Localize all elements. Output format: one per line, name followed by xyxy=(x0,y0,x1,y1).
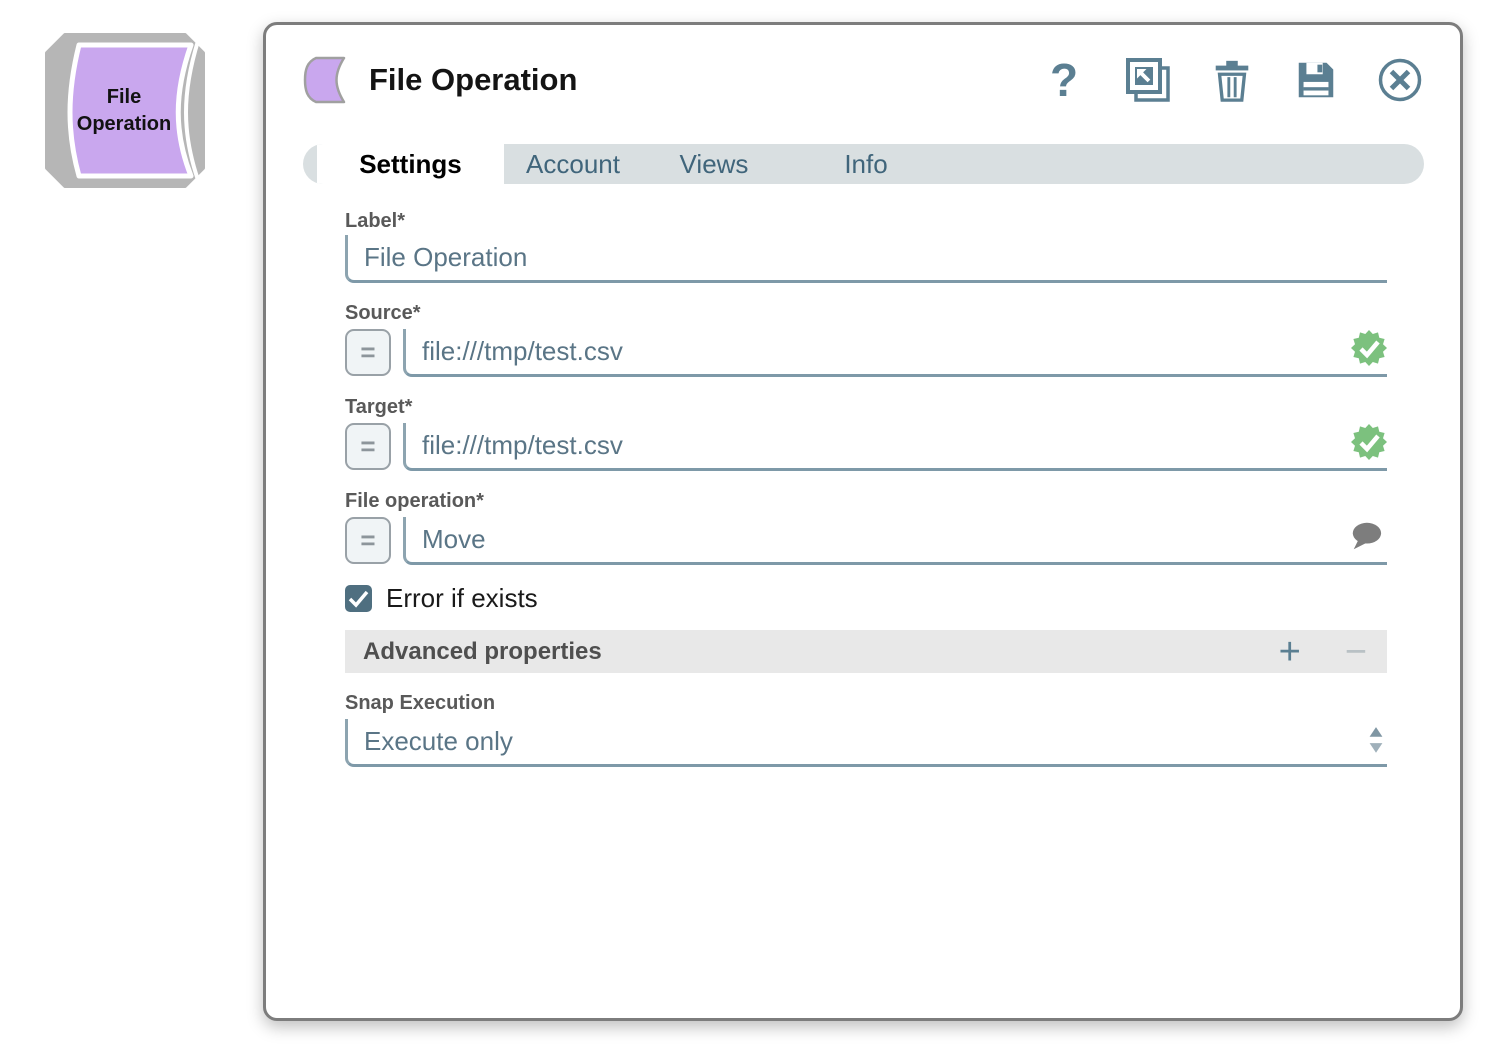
snap-tile-file-operation[interactable]: File Operation xyxy=(45,33,205,188)
trash-icon xyxy=(1209,57,1255,103)
tab-account-label: Account xyxy=(526,149,620,180)
snap-tile-label: File Operation xyxy=(63,33,185,188)
target-field-label: Target* xyxy=(345,395,1387,419)
save-icon xyxy=(1293,57,1339,103)
checkmark-icon xyxy=(345,585,372,612)
dialog-header: File Operation ? xyxy=(266,25,1460,105)
close-button[interactable] xyxy=(1376,56,1424,104)
export-button[interactable] xyxy=(1124,56,1172,104)
target-expression-toggle[interactable]: = xyxy=(345,423,391,470)
label-input[interactable]: File Operation xyxy=(345,235,1387,283)
source-input-value: file:///tmp/test.csv xyxy=(422,336,623,367)
comment-bubble-icon[interactable] xyxy=(1349,520,1383,552)
snap-settings-dialog: File Operation ? xyxy=(263,22,1463,1021)
error-if-exists-row: Error if exists xyxy=(345,583,1387,614)
export-icon xyxy=(1124,56,1172,104)
equals-icon: = xyxy=(360,431,375,462)
tab-account[interactable]: Account xyxy=(504,144,642,184)
close-icon xyxy=(1376,56,1424,104)
operation-field-label: File operation* xyxy=(345,489,1387,513)
snap-execution-value: Execute only xyxy=(364,726,513,757)
target-input[interactable]: file:///tmp/test.csv xyxy=(403,423,1387,471)
valid-check-badge-icon xyxy=(1351,424,1387,460)
tab-bar: Settings Account Views Info xyxy=(303,144,1424,184)
select-spinner-icon[interactable] xyxy=(1367,725,1385,757)
error-if-exists-checkbox[interactable] xyxy=(345,585,372,612)
source-input[interactable]: file:///tmp/test.csv xyxy=(403,329,1387,377)
operation-field-row: = Move xyxy=(345,517,1387,565)
advanced-properties-title: Advanced properties xyxy=(363,638,602,666)
target-field-row: = file:///tmp/test.csv xyxy=(345,423,1387,471)
valid-check-badge-icon xyxy=(1351,330,1387,366)
tab-settings-label: Settings xyxy=(359,149,462,180)
label-field-label: Label* xyxy=(345,209,1387,233)
settings-form: Label* File Operation Source* = file:///… xyxy=(345,209,1387,767)
label-input-value: File Operation xyxy=(364,242,527,273)
advanced-properties-bar: Advanced properties + − xyxy=(345,630,1387,673)
label-field-row: File Operation xyxy=(345,235,1387,283)
delete-button[interactable] xyxy=(1208,56,1256,104)
equals-icon: = xyxy=(360,525,375,556)
tab-info-label: Info xyxy=(844,149,887,180)
source-field-row: = file:///tmp/test.csv xyxy=(345,329,1387,377)
save-button[interactable] xyxy=(1292,56,1340,104)
operation-select-value: Move xyxy=(422,524,486,555)
tab-views[interactable]: Views xyxy=(642,144,786,184)
dialog-toolbar: ? xyxy=(1040,56,1424,104)
target-input-value: file:///tmp/test.csv xyxy=(422,430,623,461)
tab-settings[interactable]: Settings xyxy=(317,144,504,184)
operation-expression-toggle[interactable]: = xyxy=(345,517,391,564)
add-row-icon[interactable]: + xyxy=(1279,633,1301,671)
error-if-exists-label: Error if exists xyxy=(386,583,538,614)
remove-row-icon[interactable]: − xyxy=(1345,633,1367,671)
tab-views-label: Views xyxy=(680,149,749,180)
snap-execution-label: Snap Execution xyxy=(345,691,1387,715)
dialog-title: File Operation xyxy=(369,62,577,98)
operation-select[interactable]: Move xyxy=(403,517,1387,565)
help-button[interactable]: ? xyxy=(1040,56,1088,104)
tab-info[interactable]: Info xyxy=(786,144,946,184)
snap-execution-select[interactable]: Execute only xyxy=(345,719,1387,767)
snap-execution-row: Execute only xyxy=(345,719,1387,767)
source-field-label: Source* xyxy=(345,301,1387,325)
equals-icon: = xyxy=(360,337,375,368)
source-expression-toggle[interactable]: = xyxy=(345,329,391,376)
help-icon: ? xyxy=(1050,56,1078,104)
snap-mini-icon xyxy=(303,56,351,104)
